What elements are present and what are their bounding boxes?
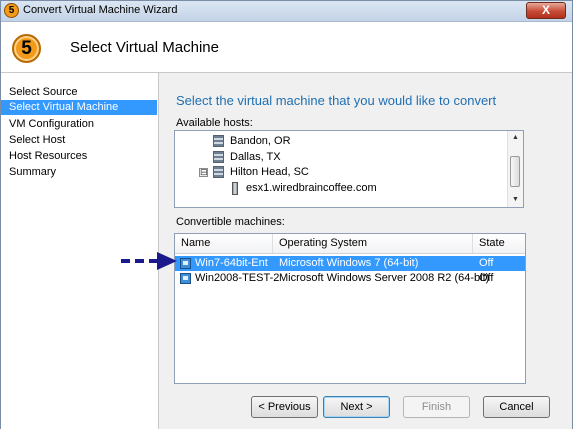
nav-item-select-virtual-machine[interactable]: Select Virtual Machine xyxy=(1,100,157,115)
available-hosts-tree[interactable]: Bandon, OR Dallas, TX ⊟ Hilton Head, SC … xyxy=(174,130,524,208)
collapse-icon[interactable]: ⊟ xyxy=(199,168,208,177)
wizard-content: Select the virtual machine that you woul… xyxy=(159,73,572,429)
finish-button: Finish xyxy=(403,396,470,418)
datacenter-icon xyxy=(213,151,224,163)
hosts-scrollbar[interactable]: ▲ ▼ xyxy=(507,131,523,207)
scroll-up-icon[interactable]: ▲ xyxy=(508,131,523,145)
table-row-selected[interactable]: Win7-64bit-Ent Microsoft Windows 7 (64-b… xyxy=(175,256,525,271)
instruction-text: Select the virtual machine that you woul… xyxy=(176,93,497,108)
next-button[interactable]: Next > xyxy=(323,396,390,418)
app-icon: 5 xyxy=(4,3,19,18)
column-header-state[interactable]: State xyxy=(473,234,525,253)
vm-name: Win7-64bit-Ent xyxy=(195,257,268,269)
scroll-down-icon[interactable]: ▼ xyxy=(508,193,523,207)
annotation-arrow-icon xyxy=(121,252,177,270)
wizard-window: 5 Convert Virtual Machine Wizard X 5 Sel… xyxy=(0,0,573,429)
tree-item-label: Bandon, OR xyxy=(230,135,291,147)
nav-item-vm-configuration[interactable]: VM Configuration xyxy=(1,117,157,132)
title-bar[interactable]: 5 Convert Virtual Machine Wizard X xyxy=(1,1,572,22)
vm-os: Microsoft Windows Server 2008 R2 (64-bit… xyxy=(279,272,490,284)
close-button[interactable]: X xyxy=(526,2,566,19)
wizard-header: 5 Select Virtual Machine xyxy=(1,22,572,73)
datacenter-icon xyxy=(213,166,224,178)
step-number: 5 xyxy=(21,38,32,59)
scrollbar-thumb[interactable] xyxy=(510,156,520,187)
tree-item-label: Dallas, TX xyxy=(230,151,281,163)
vm-os: Microsoft Windows 7 (64-bit) xyxy=(279,257,419,269)
available-hosts-label: Available hosts: xyxy=(176,117,253,129)
page-title: Select Virtual Machine xyxy=(70,39,219,56)
column-header-os[interactable]: Operating System xyxy=(273,234,473,253)
vm-state: Off xyxy=(479,257,494,269)
vm-name: Win2008-TEST-2 xyxy=(195,272,280,284)
cancel-button[interactable]: Cancel xyxy=(483,396,550,418)
list-header: Name Operating System State xyxy=(175,234,525,254)
nav-item-host-resources[interactable]: Host Resources xyxy=(1,149,157,164)
table-row[interactable]: Win2008-TEST-2 Microsoft Windows Server … xyxy=(175,271,525,286)
step-number-badge: 5 xyxy=(12,34,41,63)
nav-item-summary[interactable]: Summary xyxy=(1,165,157,180)
virtual-machine-icon xyxy=(180,258,191,269)
convertible-machines-list[interactable]: Name Operating System State Win7-64bit-E… xyxy=(174,233,526,384)
column-header-name[interactable]: Name xyxy=(175,234,273,253)
server-icon xyxy=(232,182,238,195)
tree-item-label: Hilton Head, SC xyxy=(230,166,309,178)
tree-item-label: esx1.wiredbraincoffee.com xyxy=(246,182,377,194)
nav-item-select-source[interactable]: Select Source xyxy=(1,85,157,100)
previous-button[interactable]: < Previous xyxy=(251,396,318,418)
vm-state: Off xyxy=(479,272,494,284)
virtual-machine-icon xyxy=(180,273,191,284)
datacenter-icon xyxy=(213,135,224,147)
nav-item-select-host[interactable]: Select Host xyxy=(1,133,157,148)
window-title: Convert Virtual Machine Wizard xyxy=(23,4,178,16)
convertible-machines-label: Convertible machines: xyxy=(176,216,285,228)
